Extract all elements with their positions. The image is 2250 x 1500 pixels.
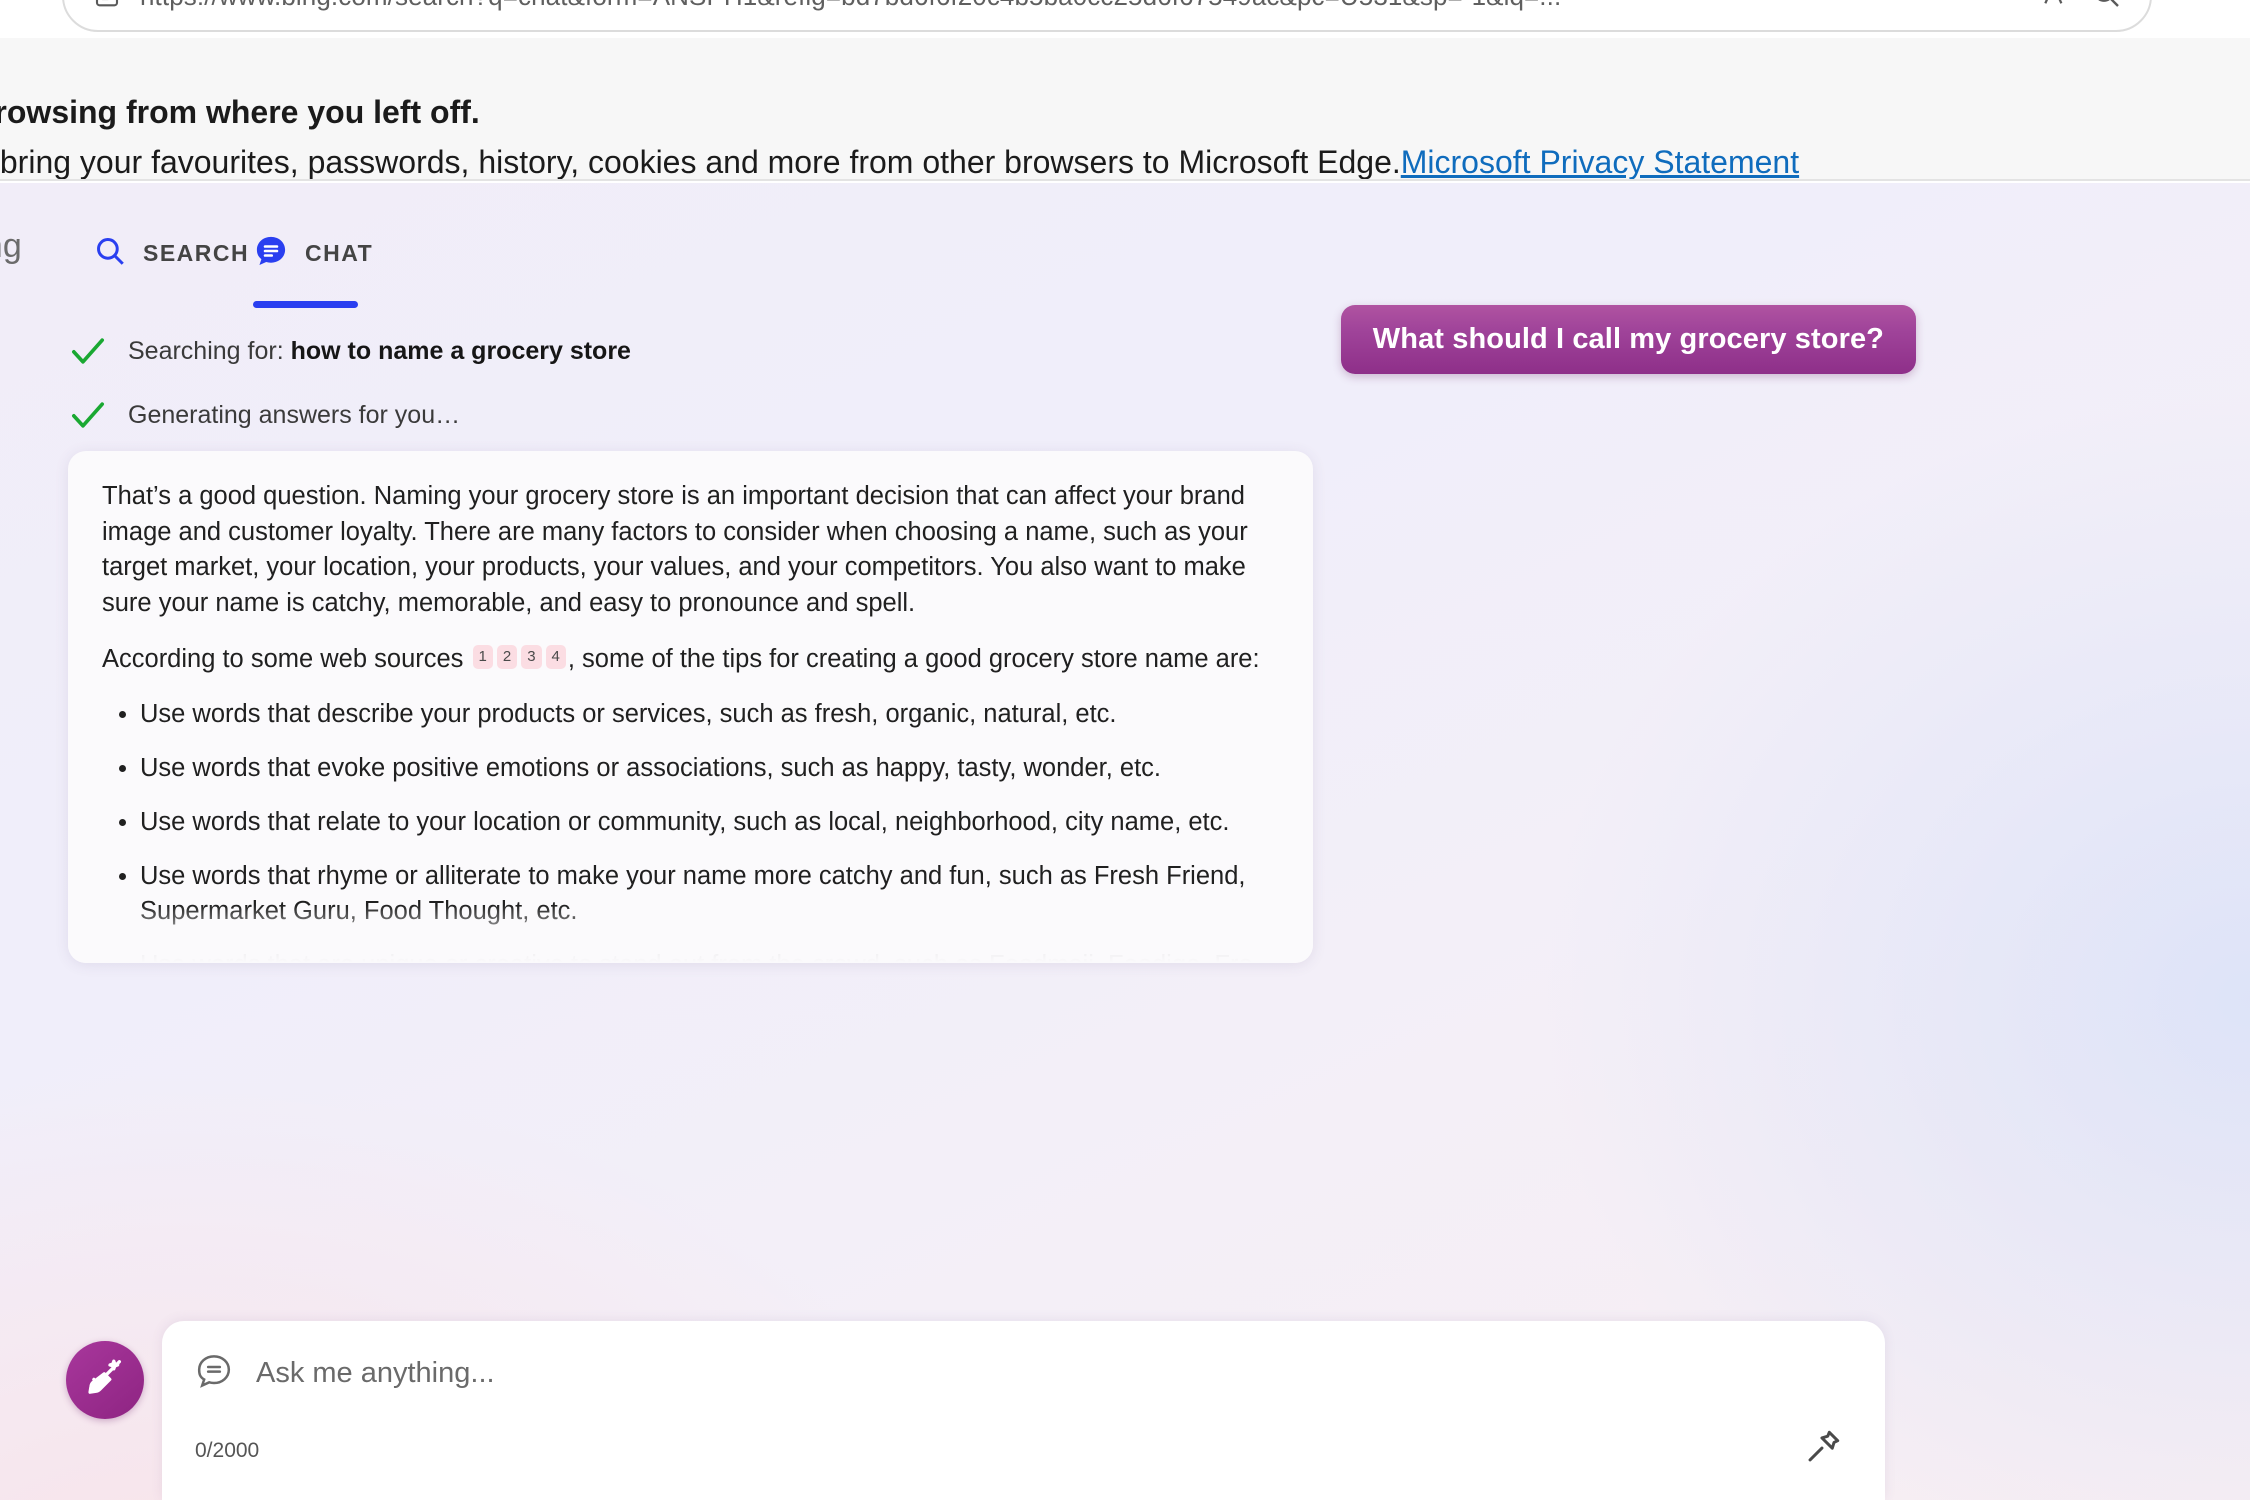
banner-title: ntinue browsing from where you left off. [0,94,480,130]
citation-badge-4[interactable]: 4 [545,644,566,669]
tab-search-label: SEARCH [143,239,250,266]
address-bar[interactable]: https://www.bing.com/search?q=chat&form=… [62,0,2152,32]
user-message-bubble: What should I call my grocery store? [1340,305,1916,374]
tab-chat[interactable]: CHAT [253,215,373,291]
read-aloud-icon[interactable] [92,0,122,14]
chat-input[interactable]: Ask me anything... [256,1357,495,1390]
banner-subtitle-text: equently bring your favourites, password… [0,144,1401,180]
url-text[interactable]: https://www.bing.com/search?q=chat&form=… [140,0,2022,12]
status-searching-prefix: Searching for: [128,336,291,365]
answer-sources-line: According to some web sources 1234, some… [102,642,1279,678]
chat-composer[interactable]: Ask me anything... 0/2000 [162,1321,1885,1500]
tab-search[interactable]: SEARCH [93,215,249,291]
chat-bubble-icon [253,233,289,274]
assistant-answer-card: That’s a good question. Naming your groc… [68,451,1313,963]
status-searching: Searching for: how to name a grocery sto… [68,331,631,371]
list-item: Use words that relate to your location o… [140,805,1279,841]
green-check-icon [68,395,108,435]
sources-lead-text: According to some web sources [102,644,464,673]
tips-list: Use words that describe your products or… [102,697,1279,963]
font-size-icon[interactable] [2040,0,2072,15]
bing-tabstrip: ing SEARCH CHAT [0,205,2250,308]
citation-badge-3[interactable]: 3 [521,644,542,669]
chat-bubble-icon [194,1351,234,1396]
search-icon[interactable] [2090,0,2122,15]
citation-badge-2[interactable]: 2 [496,644,518,669]
pin-button[interactable] [1799,1425,1847,1473]
status-generating: Generating answers for you… [68,395,460,435]
status-generating-text: Generating answers for you… [128,400,461,429]
answer-body: That’s a good question. Naming your groc… [68,451,1313,963]
active-tab-indicator [253,301,358,308]
list-item: Use words that are unique or creative to… [140,948,1279,963]
bing-chat-page: ing SEARCH CHAT What should [0,183,2250,1500]
citation-badge-1[interactable]: 1 [472,644,493,669]
banner-subtitle: equently bring your favourites, password… [0,144,1799,180]
character-counter: 0/2000 [195,1439,260,1462]
sources-tail-text: , some of the tips for creating a good g… [567,644,1260,673]
status-searching-text: Searching for: how to name a grocery sto… [128,337,631,366]
composer-input-row[interactable]: Ask me anything... [194,1351,495,1396]
pin-icon [1802,1426,1844,1473]
search-icon [93,234,127,273]
list-item: Use words that evoke positive emotions o… [140,751,1279,787]
privacy-statement-link[interactable]: Microsoft Privacy Statement [1401,144,1799,179]
new-topic-button[interactable] [66,1341,144,1419]
answer-paragraph-1: That’s a good question. Naming your groc… [102,482,1248,618]
user-message-text: What should I call my grocery store? [1372,323,1884,355]
import-browsing-data-banner: ntinue browsing from where you left off.… [0,38,2250,181]
list-item: Use words that rhyme or alliterate to ma… [140,859,1279,930]
list-item: Use words that describe your products or… [140,697,1279,733]
browser-chrome: https://www.bing.com/search?q=chat&form=… [0,0,2250,38]
broom-icon [82,1355,128,1406]
tab-chat-label: CHAT [305,239,374,266]
search-query-text: how to name a grocery store [290,336,631,365]
green-check-icon [68,331,108,371]
bing-logo[interactable]: ing [0,227,22,266]
